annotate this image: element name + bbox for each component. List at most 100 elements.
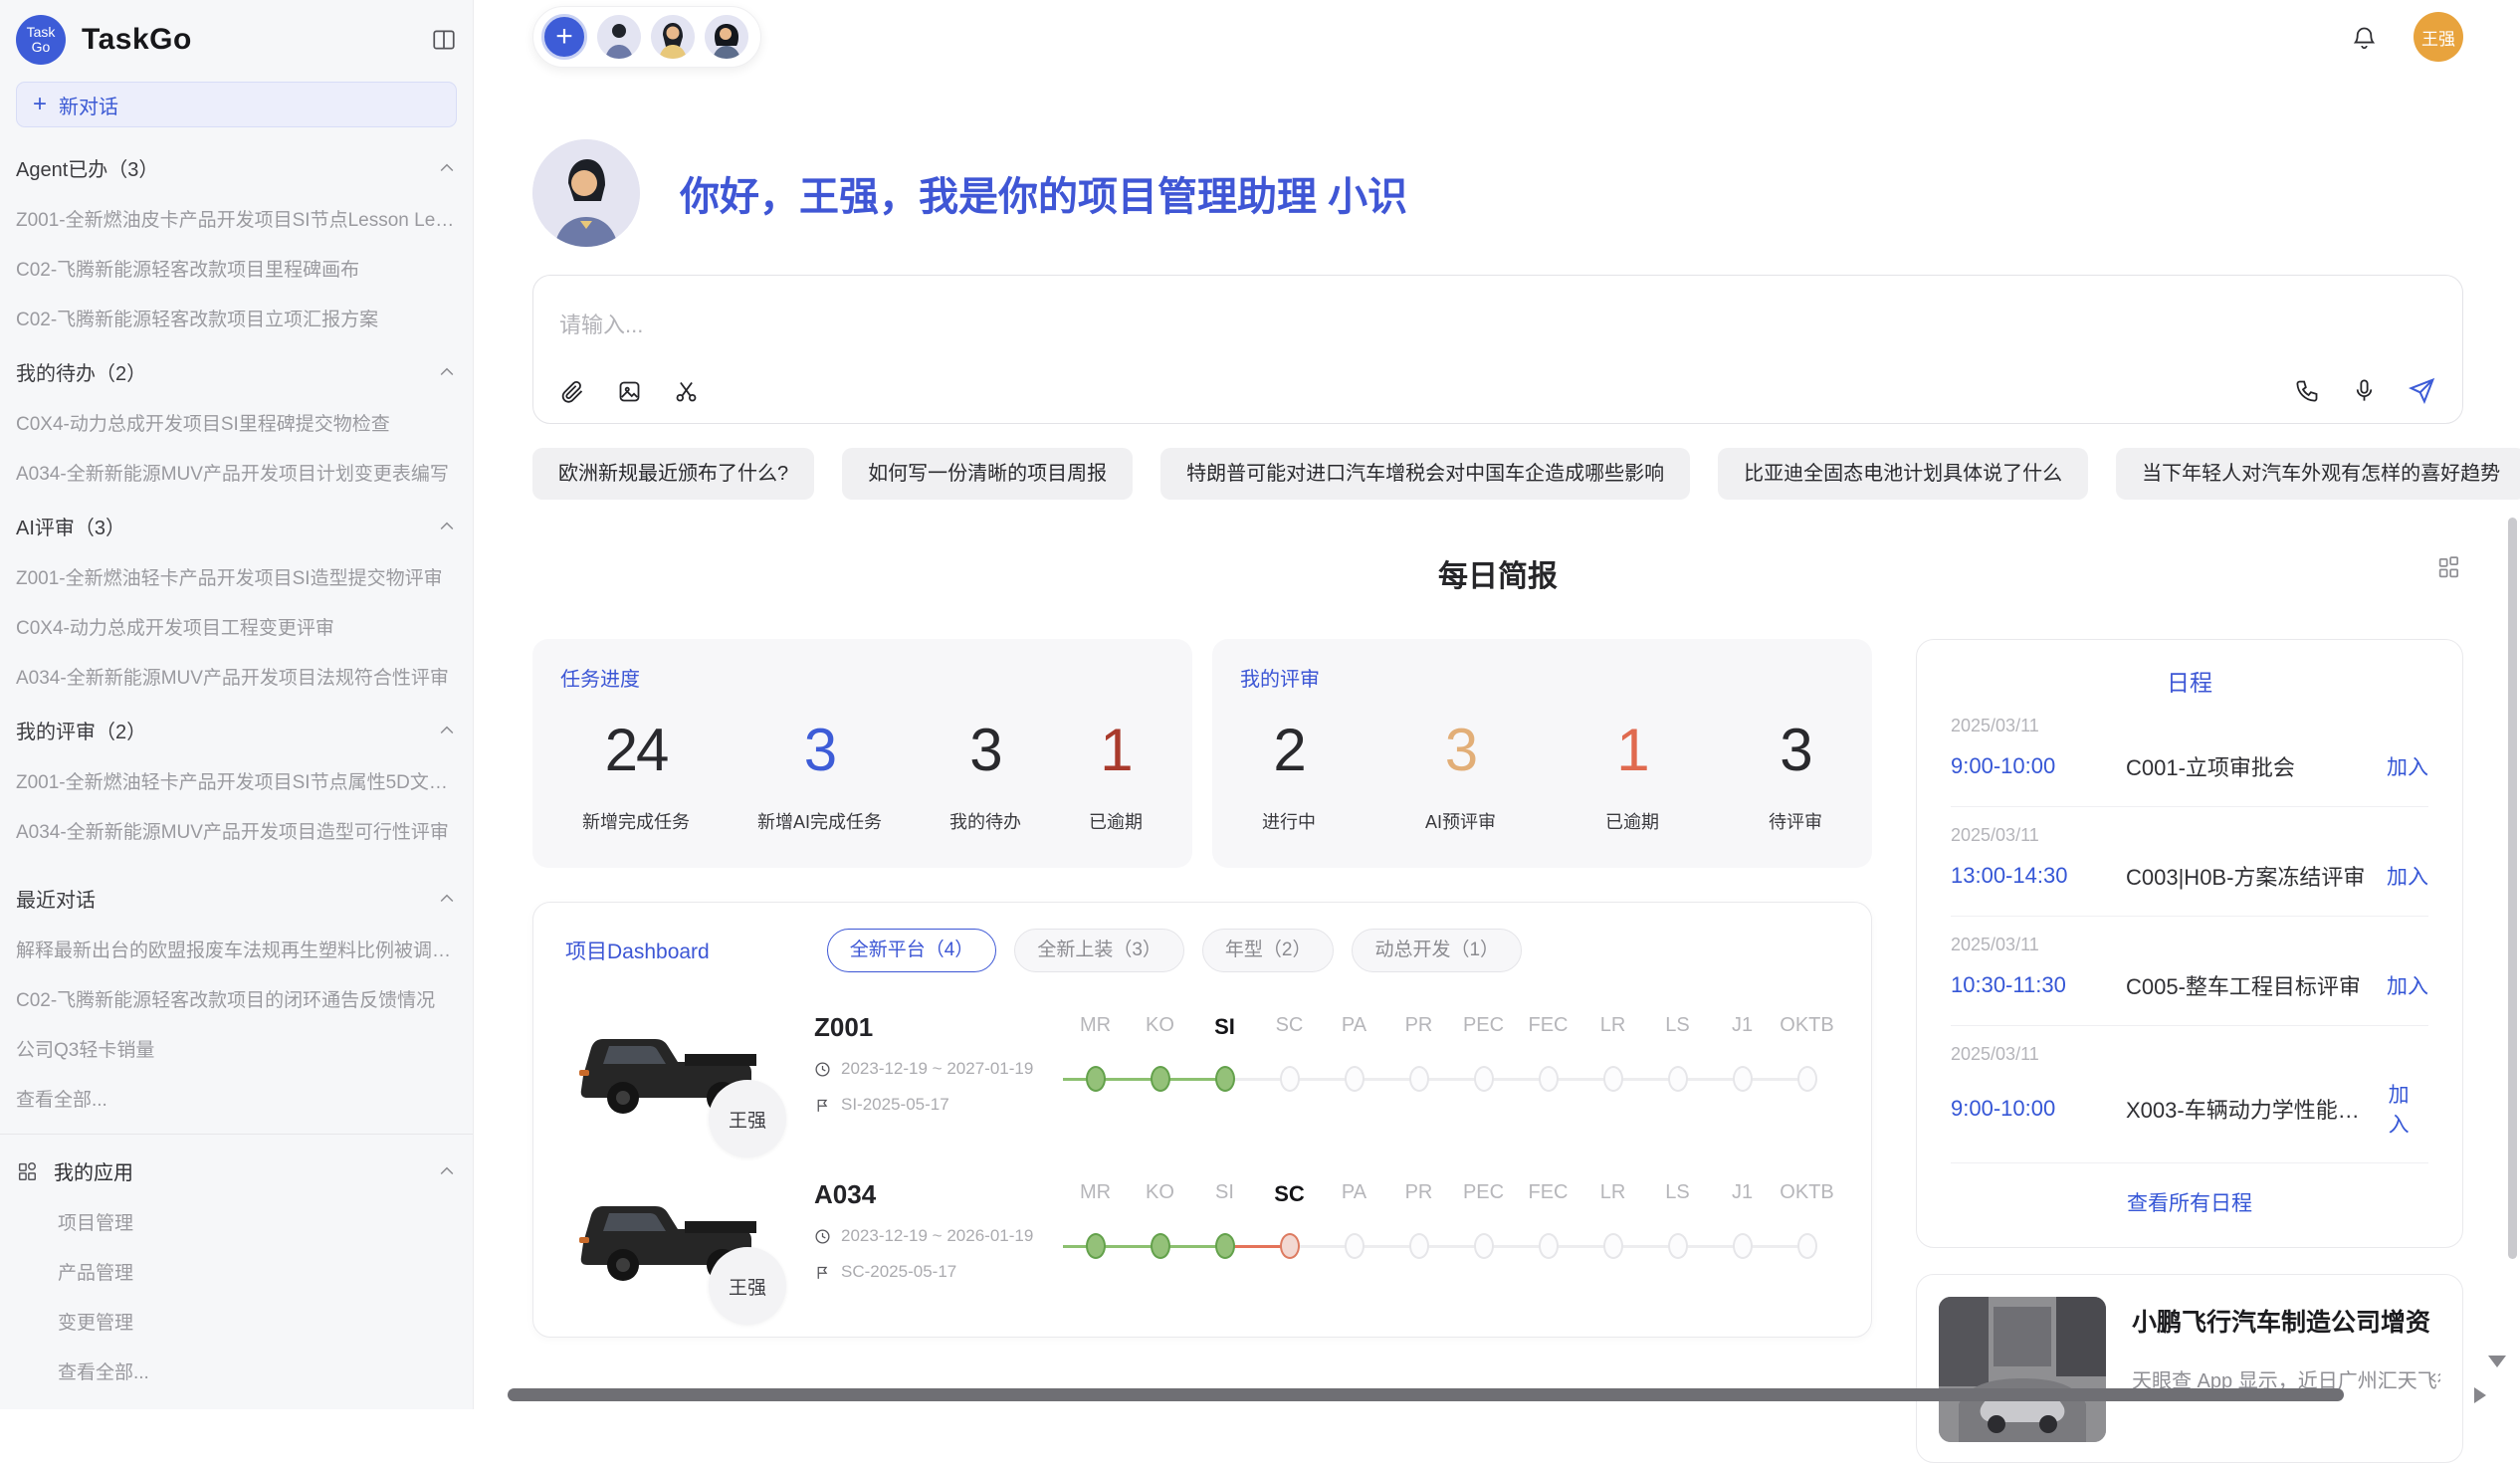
join-button[interactable]: 加入 [2367, 751, 2428, 781]
user-avatar[interactable]: 王强 [2414, 12, 2463, 62]
apps-view-all[interactable]: 查看全部... [58, 1358, 457, 1384]
suggestion-chip[interactable]: 比亚迪全固态电池计划具体说了什么 [1718, 448, 2088, 500]
recent-chats-view-all[interactable]: 查看全部... [16, 1085, 457, 1112]
section-agent-done[interactable]: Agent已办（3） [16, 153, 457, 182]
news-card[interactable]: 小鹏飞行汽车制造公司增资 天眼查 App 显示，近日广州汇天飞行汽... [1916, 1274, 2463, 1463]
horizontal-scrollbar[interactable] [508, 1388, 2344, 1401]
section-recent-chats[interactable]: 最近对话 [16, 884, 457, 913]
schedule-event: 2025/03/11 9:00-10:00 X003-车辆动力学性能验... 加… [1951, 1026, 2428, 1163]
task-progress-card: 任务进度 24 新增完成任务 3 新增AI完成任务 3 我的待办 [532, 639, 1192, 868]
stat-review-overdue: 1 已逾期 [1605, 716, 1659, 834]
chevron-up-icon[interactable] [437, 1161, 457, 1181]
project-dates: 2023-12-19 ~ 2026-01-19 [841, 1226, 1033, 1246]
new-chat-button[interactable]: + 新对话 [16, 82, 457, 127]
chevron-up-icon[interactable] [437, 362, 457, 382]
nav-my-apps[interactable]: 我的应用 [16, 1156, 457, 1185]
tab-model-year[interactable]: 年型（2） [1202, 929, 1335, 972]
apps-grid-icon [16, 1160, 38, 1182]
join-button[interactable]: 加入 [2367, 970, 2428, 1000]
sidebar-item[interactable]: Z001-全新燃油轻卡产品开发项目SI造型提交物评审 [16, 563, 457, 590]
project-row-z001[interactable]: 王强 Z001 2023-12-19 ~ 2027-01-19 SI-2025-… [565, 1010, 1839, 1140]
send-icon[interactable] [2408, 376, 2436, 405]
suggestion-chip[interactable]: 当下年轻人对汽车外观有怎样的喜好趋势 [2116, 448, 2520, 500]
insert-image-icon[interactable] [616, 378, 643, 405]
my-review-card: 我的评审 2 进行中 3 AI预评审 1 已逾期 [1212, 639, 1872, 868]
flag-icon [814, 1097, 831, 1114]
chevron-up-icon[interactable] [437, 158, 457, 178]
project-owner-badge: 王强 [709, 1247, 786, 1325]
layout-grid-icon[interactable] [2435, 553, 2463, 581]
milestone-node [1280, 1066, 1300, 1092]
section-my-todo[interactable]: 我的待办（2） [16, 357, 457, 386]
voice-call-icon[interactable] [2294, 377, 2321, 404]
app-title: TaskGo [82, 23, 192, 57]
message-composer[interactable]: 请输入... [532, 275, 2463, 424]
sidebar-item[interactable]: A034-全新新能源MUV产品开发项目计划变更表编写 [16, 459, 457, 486]
topbar: + 王强 [532, 0, 2463, 74]
my-review-title: 我的评审 [1240, 663, 1844, 692]
milestone-node [1733, 1233, 1753, 1259]
assistant-avatar [532, 139, 640, 247]
hero: 你好，王强，我是你的项目管理助理 小识 [532, 139, 2463, 247]
join-button[interactable]: 加入 [2369, 1079, 2428, 1139]
stat-in-progress: 2 进行中 [1262, 716, 1316, 834]
suggestion-chip[interactable]: 欧洲新规最近颁布了什么? [532, 448, 814, 500]
section-ai-review[interactable]: AI评审（3） [16, 512, 457, 540]
clock-icon [814, 1228, 831, 1245]
greeting-text: 你好，王强，我是你的项目管理助理 小识 [680, 164, 1407, 222]
chevron-up-icon[interactable] [437, 889, 457, 909]
project-dashboard-card: 项目Dashboard 全新平台（4） 全新上装（3） 年型（2） 动总开发（1… [532, 902, 1872, 1338]
attach-file-icon[interactable] [559, 378, 586, 405]
suggestion-chip[interactable]: 特朗普可能对进口汽车增税会对中国车企造成哪些影响 [1160, 448, 1690, 500]
project-row-a034[interactable]: 王强 A034 2023-12-19 ~ 2026-01-19 SC-2025-… [565, 1177, 1839, 1307]
agent-avatar[interactable] [597, 15, 641, 59]
sidebar-item[interactable]: Z001-全新燃油轻卡产品开发项目SI节点属性5D文件评审 [16, 767, 457, 794]
tab-all-new-body[interactable]: 全新上装（3） [1014, 929, 1184, 972]
vertical-scrollbar[interactable] [2508, 518, 2517, 1259]
sidebar-item[interactable]: C0X4-动力总成开发项目工程变更评审 [16, 613, 457, 640]
milestone-node [1603, 1066, 1623, 1092]
app-logo: Task Go [16, 15, 66, 65]
recent-chat-item[interactable]: C02-飞腾新能源轻客改款项目的闭环通告反馈情况 [16, 985, 457, 1012]
chevron-up-icon[interactable] [437, 517, 457, 536]
stat-pending-review: 3 待评审 [1769, 716, 1822, 834]
collapse-sidebar-icon[interactable] [431, 27, 457, 53]
sidebar-divider [0, 1134, 473, 1135]
section-my-review[interactable]: 我的评审（2） [16, 716, 457, 744]
scissors-icon[interactable] [673, 378, 700, 405]
sidebar-item[interactable]: C0X4-动力总成开发项目SI里程碑提交物检查 [16, 409, 457, 436]
notifications-bell-icon[interactable] [2351, 24, 2378, 51]
milestone-node [1603, 1233, 1623, 1259]
recent-chat-item[interactable]: 解释最新出台的欧盟报废车法规再生塑料比例被调至15%... [16, 936, 457, 962]
sidebar-item[interactable]: C02-飞腾新能源轻客改款项目立项汇报方案 [16, 305, 457, 331]
sidebar-item[interactable]: A034-全新新能源MUV产品开发项目造型可行性评审 [16, 817, 457, 844]
sidebar-item[interactable]: C02-飞腾新能源轻客改款项目里程碑画布 [16, 255, 457, 282]
join-button[interactable]: 加入 [2367, 861, 2428, 891]
milestone-node-done [1215, 1066, 1235, 1092]
recent-chat-item[interactable]: 公司Q3轻卡销量 [16, 1035, 457, 1062]
milestone-node [1345, 1233, 1365, 1259]
milestone-node [1668, 1233, 1688, 1259]
sidebar-item[interactable]: A034-全新新能源MUV产品开发项目法规符合性评审 [16, 663, 457, 690]
app-item-product-mgmt[interactable]: 产品管理 [58, 1258, 457, 1285]
sidebar-item[interactable]: Z001-全新燃油皮卡产品开发项目SI节点Lesson Learn报告 [16, 205, 457, 232]
app-item-project-mgmt[interactable]: 项目管理 [58, 1208, 457, 1235]
add-agent-button[interactable]: + [541, 14, 587, 60]
project-dates: 2023-12-19 ~ 2027-01-19 [841, 1059, 1033, 1079]
chevron-up-icon[interactable] [437, 721, 457, 740]
milestone-node [1474, 1233, 1494, 1259]
scroll-right-arrow[interactable] [2474, 1387, 2486, 1403]
app-item-change-mgmt[interactable]: 变更管理 [58, 1308, 457, 1335]
schedule-title: 日程 [1951, 664, 2428, 698]
scroll-down-arrow[interactable] [2488, 1356, 2506, 1367]
milestone-node [1474, 1066, 1494, 1092]
clock-icon [814, 1061, 831, 1078]
view-all-schedule-link[interactable]: 查看所有日程 [1951, 1163, 2428, 1227]
tab-powertrain-dev[interactable]: 动总开发（1） [1352, 929, 1522, 972]
agent-avatar[interactable] [651, 15, 695, 59]
microphone-icon[interactable] [2351, 377, 2378, 404]
tab-all-new-platform[interactable]: 全新平台（4） [827, 929, 997, 972]
suggestion-chip[interactable]: 如何写一份清晰的项目周报 [842, 448, 1133, 500]
main-area: + 王强 你好，王强，我是你的项目管理助理 小识 请输入... [474, 0, 2520, 1409]
agent-avatar[interactable] [705, 15, 748, 59]
